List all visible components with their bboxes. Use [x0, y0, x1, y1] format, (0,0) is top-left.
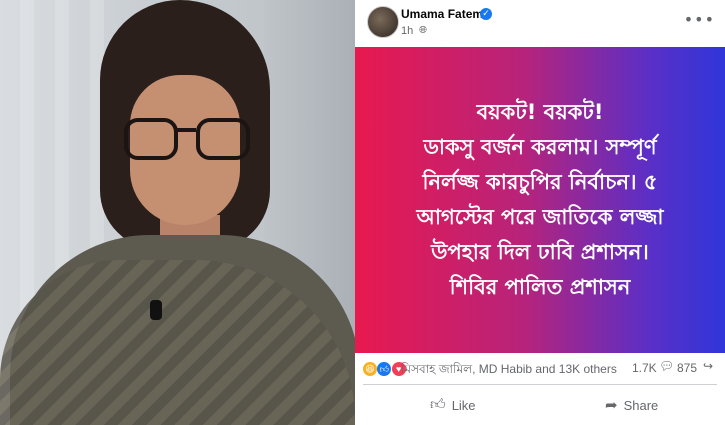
shares-count[interactable]: 875 — [677, 361, 697, 375]
haha-reaction-icon: 😆︎ — [363, 361, 377, 376]
thumbs-up-icon: 👍︎ — [430, 396, 446, 413]
post-text: বয়কট! বয়কট! ডাকসু বর্জন করলাম। সম্পূর্… — [398, 95, 681, 305]
post-text-line: ডাকসু বর্জন করলাম। সম্পূর্ণ — [423, 135, 657, 159]
globe-icon: 🌐︎ — [419, 25, 427, 36]
lapel-mic — [150, 300, 162, 320]
share-icon: ↪ — [703, 359, 714, 373]
facebook-post: Umama Fatema ✓ 1h 🌐︎ ••• বয়কট! বয়কট! ড… — [355, 0, 725, 425]
verified-badge-icon: ✓ — [480, 8, 492, 20]
reactions-summary[interactable]: মিসবাহ জামিল, MD Habib and 13K others — [401, 361, 617, 381]
post-text-line: উপহার দিল ঢাবি প্রশাসন। — [431, 240, 649, 264]
post-actions: 👍︎ Like ➦ Share — [355, 390, 725, 422]
post-text-line: বয়কট! বয়কট! — [476, 100, 604, 124]
comments-count[interactable]: 1.7K — [632, 361, 657, 375]
share-arrow-icon: ➦ — [605, 397, 618, 414]
glasses-bridge — [176, 128, 196, 132]
like-reaction-icon: 👍︎ — [377, 361, 392, 376]
glasses-left-lens — [124, 118, 178, 160]
like-label: Like — [451, 397, 476, 413]
glasses-right-lens — [196, 118, 250, 160]
post-time[interactable]: 1h — [401, 25, 413, 37]
share-label: Share — [623, 397, 659, 413]
comment-icon: 💬︎ — [659, 359, 675, 373]
post-header: Umama Fatema ✓ 1h 🌐︎ ••• — [355, 0, 725, 46]
author-name[interactable]: Umama Fatema — [401, 7, 490, 21]
share-button[interactable]: ➦ Share — [605, 396, 658, 414]
more-options-icon[interactable]: ••• — [684, 10, 715, 29]
post-text-line: শিবির পালিত প্রশাসন — [449, 275, 631, 299]
post-text-line: আগস্টের পরে জাতিকে লজ্জা — [416, 205, 664, 229]
reactions-bar: 😆︎ 👍︎ ♥ মিসবাহ জামিল, MD Habib and 13K o… — [355, 355, 725, 381]
like-button[interactable]: 👍︎ Like — [430, 396, 476, 414]
reaction-icons[interactable]: 😆︎ 👍︎ ♥ — [363, 361, 406, 376]
post-text-banner: বয়কট! বয়কট! ডাকসু বর্জন করলাম। সম্পূর্… — [355, 47, 725, 353]
portrait-photo — [0, 0, 355, 425]
author-avatar[interactable] — [367, 6, 399, 38]
post-text-line: নির্লজ্জ কারচুপির নির্বাচন। ৫ — [422, 170, 658, 194]
divider — [363, 384, 717, 385]
